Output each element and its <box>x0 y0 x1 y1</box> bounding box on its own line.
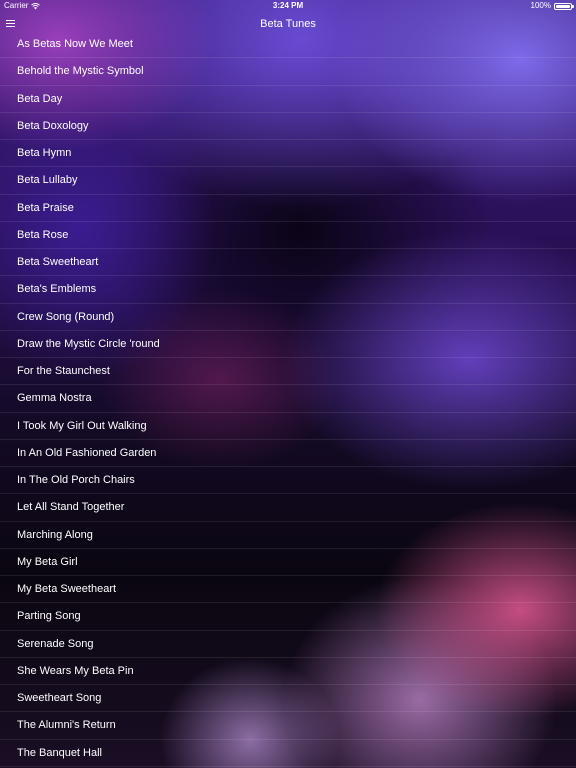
song-list-item[interactable]: Beta's Emblems <box>0 276 576 304</box>
song-list-item[interactable]: Beta Hymn <box>0 140 576 168</box>
song-list-item[interactable]: Beta Doxology <box>0 113 576 140</box>
song-list-item[interactable]: In The Old Porch Chairs <box>0 467 576 495</box>
song-list-item[interactable]: Serenade Song <box>0 631 576 658</box>
song-list-item[interactable]: In An Old Fashioned Garden <box>0 440 576 467</box>
song-list: As Betas Now We Meet Behold the Mystic Sy… <box>0 31 576 767</box>
song-list-item[interactable]: The Banquet Hall <box>0 740 576 767</box>
song-list-item[interactable]: Beta Praise <box>0 195 576 222</box>
song-list-item[interactable]: Beta Day <box>0 86 576 113</box>
song-list-item[interactable]: Crew Song (Round) <box>0 304 576 331</box>
song-list-item[interactable]: I Took My Girl Out Walking <box>0 413 576 440</box>
battery-fill <box>556 4 570 8</box>
song-list-item[interactable]: The Alumni's Return <box>0 712 576 740</box>
song-list-item[interactable]: Behold the Mystic Symbol <box>0 58 576 86</box>
app-screen: Carrier 3:24 PM 100% Beta Tunes As Betas… <box>0 0 576 768</box>
page-title: Beta Tunes <box>260 18 316 30</box>
song-list-item[interactable]: Draw the Mystic Circle 'round <box>0 331 576 358</box>
navigation-bar: Beta Tunes <box>0 12 576 36</box>
song-list-item[interactable]: Marching Along <box>0 522 576 549</box>
song-list-item[interactable]: Beta Rose <box>0 222 576 249</box>
battery-icon <box>554 2 574 10</box>
song-list-item[interactable]: Parting Song <box>0 603 576 631</box>
song-list-item[interactable]: My Beta Girl <box>0 549 576 576</box>
song-list-item[interactable]: For the Staunchest <box>0 358 576 386</box>
status-right: 100% <box>530 0 574 12</box>
status-time: 3:24 PM <box>272 1 304 10</box>
song-list-item[interactable]: Beta Lullaby <box>0 167 576 195</box>
song-list-item[interactable]: Let All Stand Together <box>0 494 576 522</box>
song-list-item[interactable]: Beta Sweetheart <box>0 249 576 277</box>
song-list-item[interactable]: Sweetheart Song <box>0 685 576 713</box>
song-list-item[interactable]: She Wears My Beta Pin <box>0 658 576 685</box>
song-list-item[interactable]: My Beta Sweetheart <box>0 576 576 604</box>
song-list-item[interactable]: Gemma Nostra <box>0 385 576 413</box>
battery-percent: 100% <box>530 1 551 10</box>
status-bar: Carrier 3:24 PM 100% <box>0 0 576 12</box>
